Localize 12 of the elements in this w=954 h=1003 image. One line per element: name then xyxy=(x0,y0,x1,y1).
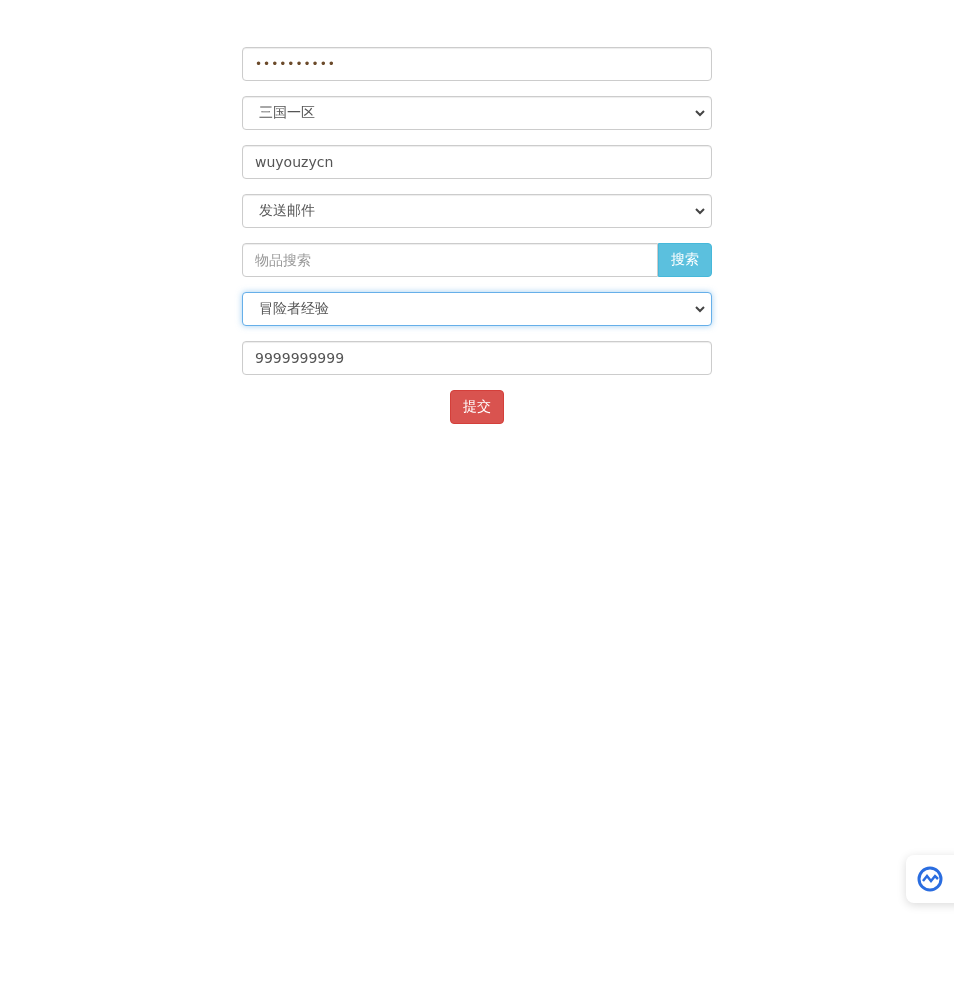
floating-widget[interactable] xyxy=(906,855,954,903)
select-field[interactable]: 冒险者经验 xyxy=(242,292,712,326)
search-field[interactable]: 物品搜索 xyxy=(242,243,658,277)
password-field[interactable]: •••••••••• xyxy=(242,47,712,81)
select-field[interactable]: 发送邮件 xyxy=(242,194,712,228)
select-field[interactable]: 三国一区 xyxy=(242,96,712,130)
chevron-down-icon xyxy=(695,109,705,117)
chevron-down-icon xyxy=(695,207,705,215)
text-field[interactable]: 9999999999 xyxy=(242,341,712,375)
text-field[interactable]: wuyouzycn xyxy=(242,145,712,179)
submit-button[interactable]: 提交 xyxy=(450,390,504,424)
chevron-down-icon xyxy=(695,305,705,313)
